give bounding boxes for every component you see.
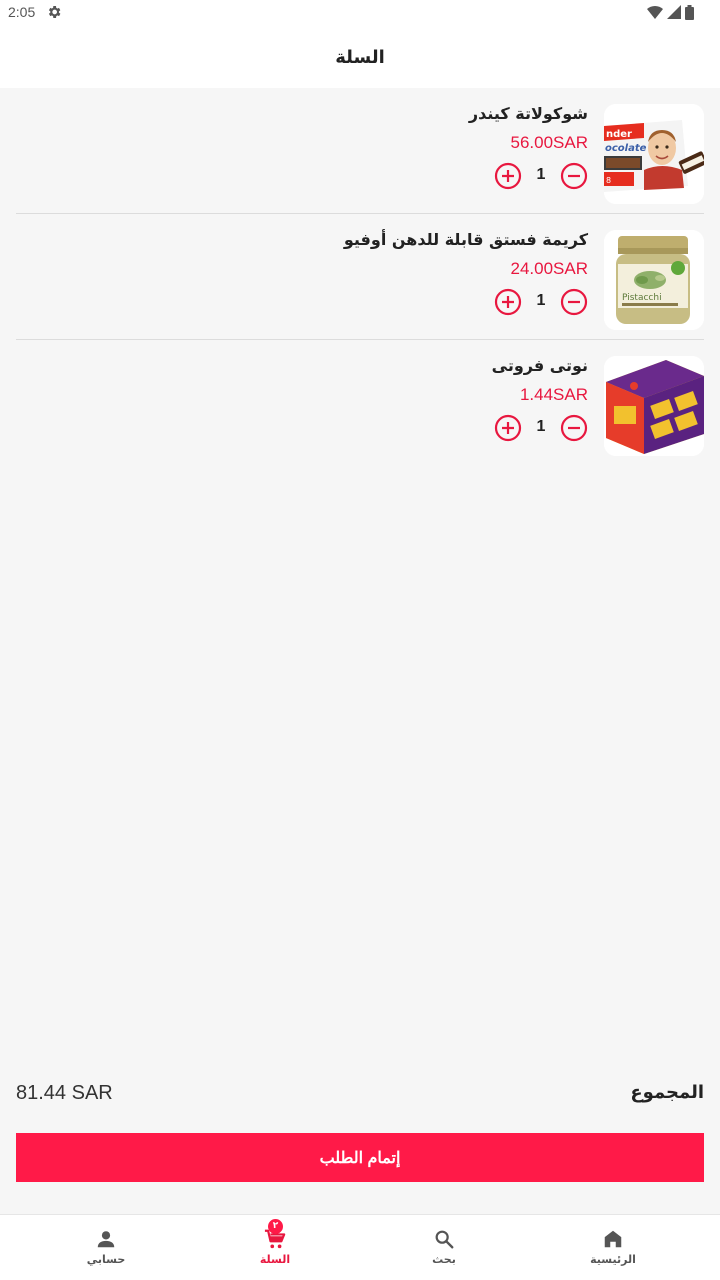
page-title: السلة [335,46,385,68]
decrease-quantity-icon[interactable] [560,162,588,190]
app-header: السلة [0,26,720,88]
wifi-icon [647,6,663,19]
product-image[interactable] [604,356,704,456]
person-icon [97,1231,115,1248]
quantity-value: 1 [536,166,546,183]
nav-item-account[interactable]: حسابي [46,1215,166,1280]
item-name: نوتى فروتى [491,356,588,375]
svg-text:nder: nder [606,129,632,140]
total-label: المجموع [630,1082,704,1103]
nav-item-home[interactable]: الرئيسية [553,1215,673,1280]
nav-label: حسابي [86,1253,126,1266]
svg-text:8: 8 [606,176,611,185]
total-row: المجموع 81.44 SAR [16,1080,704,1110]
nav-label: الرئيسية [590,1253,636,1266]
checkout-button-label: إتمام الطلب [319,1149,401,1167]
signal-icon [667,5,681,19]
item-name: كريمة فستق قابلة للدهن أوفيو [343,230,588,249]
noty-fruity-box-image [604,356,704,456]
decrease-quantity-icon[interactable] [560,414,588,442]
decrease-quantity-icon[interactable] [560,288,588,316]
cart-item: Pistacchi كريمة فستق قابلة للدهن أوفيو 2… [16,214,704,340]
product-image[interactable]: Pistacchi [604,230,704,330]
increase-quantity-icon[interactable] [494,288,522,316]
svg-text:Pistacchi: Pistacchi [622,293,662,303]
cart-badge: ٢ [268,1219,283,1234]
increase-quantity-icon[interactable] [494,414,522,442]
bottom-nav: حسابي ٢ السلة بحث الرئيسية [0,1214,720,1280]
settings-gear-icon [48,6,61,18]
increase-quantity-icon[interactable] [494,162,522,190]
item-price: 56.00SAR [510,133,589,152]
kinder-chocolate-image: nder ocolate 8 [604,104,704,204]
quantity-value: 1 [536,418,546,435]
status-bar: 2:05 [0,0,720,26]
pistachio-jar-image: Pistacchi [604,230,704,330]
cart-item: nder ocolate 8 شوكولاتة كيندر 56.00SAR 1 [16,88,704,214]
product-image[interactable]: nder ocolate 8 [604,104,704,204]
status-time: 2:05 [8,4,36,20]
nav-label: السلة [259,1253,291,1266]
cart-item: نوتى فروتى 1.44SAR 1 [16,340,704,466]
search-icon [435,1230,454,1249]
nav-label: بحث [432,1253,456,1266]
quantity-stepper: 1 [494,288,588,316]
total-value: 81.44 SAR [16,1082,113,1104]
quantity-stepper: 1 [494,162,588,190]
status-icons [647,4,694,20]
cart-list: nder ocolate 8 شوكولاتة كيندر 56.00SAR 1… [16,88,704,466]
quantity-value: 1 [536,292,546,309]
checkout-button[interactable]: إتمام الطلب [16,1133,704,1182]
nav-item-search[interactable]: بحث [384,1215,504,1280]
home-icon [604,1230,622,1248]
quantity-stepper: 1 [494,414,588,442]
item-price: 1.44SAR [519,385,588,404]
item-name: شوكولاتة كيندر [468,104,588,123]
svg-text:ocolate: ocolate [605,143,647,154]
battery-icon [685,4,694,20]
item-price: 24.00SAR [510,259,589,278]
nav-item-cart[interactable]: ٢ السلة [215,1215,335,1280]
